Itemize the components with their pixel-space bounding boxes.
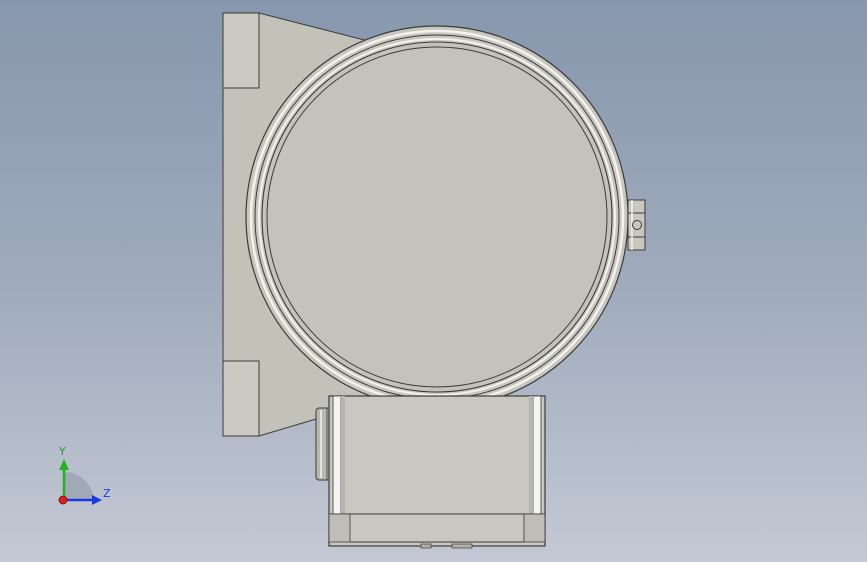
axis-triad: Y Z	[58, 445, 111, 505]
z-axis-label: Z	[103, 487, 111, 500]
x-axis-dot	[58, 495, 68, 505]
bottom-pin-2	[451, 543, 473, 549]
part-model[interactable]: Y Z	[0, 0, 867, 562]
bracket-tab-top	[222, 12, 260, 89]
round-housing[interactable]	[245, 25, 629, 409]
y-axis-label: Y	[58, 445, 66, 458]
connector-box[interactable]	[328, 395, 546, 549]
side-screw[interactable]	[627, 199, 646, 251]
bottom-pin-1	[420, 543, 432, 549]
housing-cover[interactable]	[266, 46, 608, 388]
bracket-tab-bottom	[222, 360, 260, 437]
cad-viewport[interactable]: Y Z	[0, 0, 867, 562]
triad-plane	[64, 471, 94, 500]
